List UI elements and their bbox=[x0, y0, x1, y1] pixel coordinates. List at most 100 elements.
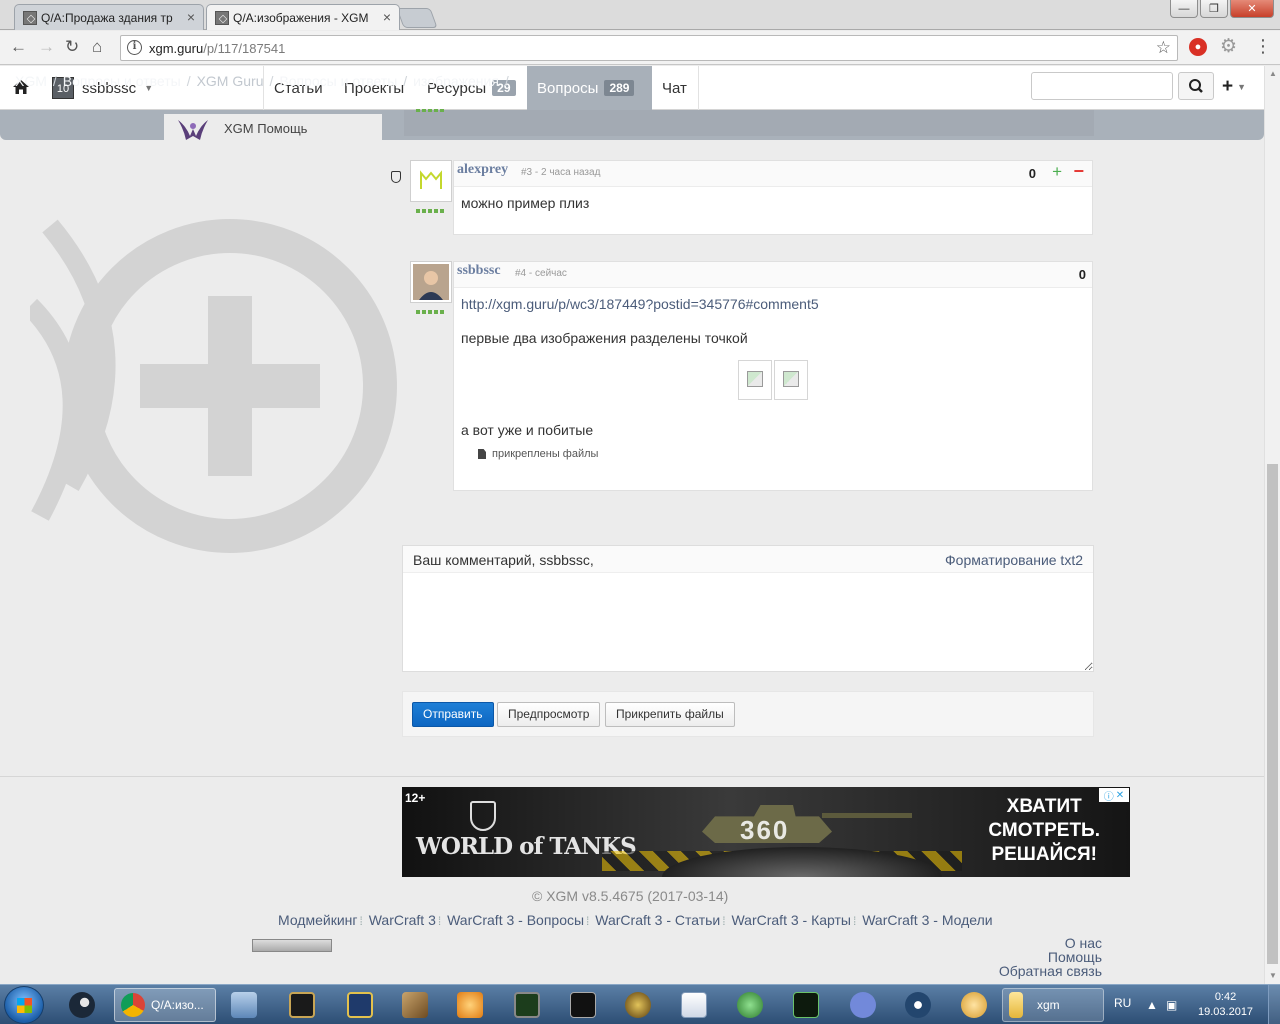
flash-plugin-bar[interactable] bbox=[252, 939, 332, 952]
xgm-favicon-icon bbox=[215, 11, 229, 25]
url-text: xgm.guru/p/117/187541 bbox=[149, 41, 286, 56]
network-icon[interactable]: ▣ bbox=[1166, 998, 1177, 1012]
game-icon[interactable] bbox=[786, 988, 826, 1022]
shield-icon bbox=[391, 171, 401, 183]
footer-link[interactable]: WarCraft 3 - Вопросы bbox=[447, 912, 584, 928]
upvote-icon[interactable]: + bbox=[1052, 162, 1062, 182]
avatar-alexprey[interactable] bbox=[410, 160, 452, 202]
breadcrumb-images[interactable]: изображения bbox=[413, 73, 499, 89]
browser-toolbar: ← → ↻ ⌂ i xgm.guru/p/117/187541 ☆ ● ⚙ ⋮ bbox=[0, 31, 1280, 65]
taskbar-chrome[interactable]: Q/A:изо... bbox=[114, 988, 216, 1022]
monitor-icon[interactable] bbox=[507, 988, 547, 1022]
comment-4: ssbbssc #4 - сейчас 0 http://xgm.guru/p/… bbox=[453, 261, 1093, 491]
ad-age-rating: 12+ bbox=[405, 791, 426, 805]
scroll-up-icon[interactable]: ▲ bbox=[1265, 66, 1280, 82]
chrome-icon bbox=[121, 993, 145, 1017]
show-desktop-button[interactable] bbox=[1268, 985, 1280, 1024]
footer-link[interactable]: WarCraft 3 bbox=[369, 912, 436, 928]
create-menu[interactable]: + ▼ bbox=[1222, 76, 1246, 98]
submit-button[interactable]: Отправить bbox=[412, 702, 494, 727]
broken-image-icon[interactable] bbox=[774, 360, 808, 400]
ad-banner[interactable]: 12+ WORLD of TANKS 360 ХВАТИТ СМОТРЕТЬ. … bbox=[402, 787, 1130, 877]
nav-chat[interactable]: Чат bbox=[652, 66, 697, 110]
breadcrumb-qa[interactable]: Вопросы и ответы bbox=[63, 73, 181, 89]
discord-icon[interactable] bbox=[843, 988, 883, 1022]
breadcrumb-qa-2[interactable]: Вопросы и ответы bbox=[279, 73, 397, 89]
footer-link[interactable]: WarCraft 3 - Модели bbox=[862, 912, 992, 928]
ad-info-icon[interactable]: ⓘ bbox=[1104, 788, 1114, 803]
warcraft-icon[interactable] bbox=[618, 988, 658, 1022]
comment-text: первые два изображения разделены точкой bbox=[461, 330, 748, 346]
browser-tab-1[interactable]: Q/A:Продажа здания тр × bbox=[14, 4, 204, 30]
start-button[interactable] bbox=[4, 986, 44, 1024]
comment-text: а вот уже и побитые bbox=[461, 422, 594, 438]
taskbar-folder-xgm[interactable]: xgm bbox=[1002, 988, 1104, 1022]
bookmark-star-icon[interactable]: ☆ bbox=[1156, 38, 1171, 58]
scroll-tool-icon[interactable] bbox=[395, 988, 435, 1022]
ad-choices[interactable]: ⓘ ✕ bbox=[1099, 788, 1129, 803]
attachments-link[interactable]: прикреплены файлы bbox=[461, 448, 1085, 460]
comment-link[interactable]: http://xgm.guru/p/wc3/187449?postid=3457… bbox=[461, 296, 819, 312]
character-icon[interactable] bbox=[954, 988, 994, 1022]
maximize-icon[interactable]: ❐ bbox=[1200, 0, 1228, 18]
formatting-link[interactable]: Форматирование txt2 bbox=[945, 552, 1083, 568]
help-link[interactable]: Помощь bbox=[999, 950, 1102, 964]
comment-author[interactable]: ssbbssc bbox=[457, 263, 501, 279]
back-arrow-icon[interactable]: ← bbox=[10, 37, 27, 57]
warcraft-editor-icon[interactable] bbox=[340, 988, 380, 1022]
text-editor-icon[interactable] bbox=[674, 988, 714, 1022]
address-bar[interactable]: i xgm.guru/p/117/187541 ☆ bbox=[120, 35, 1178, 61]
adblock-icon[interactable]: ● bbox=[1189, 38, 1207, 56]
page-scrollbar[interactable]: ▲ ▼ bbox=[1264, 66, 1280, 984]
tray-expand-icon[interactable]: ▲ bbox=[1146, 998, 1158, 1012]
about-link[interactable]: О нас bbox=[999, 936, 1102, 950]
comment-meta[interactable]: #4 - сейчас bbox=[515, 268, 567, 279]
footer-link[interactable]: Модмейкинг bbox=[278, 912, 357, 928]
calculator-icon[interactable] bbox=[224, 988, 264, 1022]
search-button[interactable] bbox=[1178, 72, 1214, 100]
comment-meta[interactable]: #3 - 2 часа назад bbox=[521, 167, 600, 178]
nav-questions[interactable]: Вопросы 289 bbox=[527, 66, 652, 110]
site-search-input[interactable] bbox=[1031, 72, 1173, 100]
close-tab-icon[interactable]: × bbox=[383, 9, 391, 25]
comment-textarea[interactable] bbox=[403, 574, 1093, 671]
preview-button[interactable]: Предпросмотр bbox=[497, 702, 601, 727]
footer-right-links: О нас Помощь Обратная связь bbox=[999, 936, 1102, 978]
globe-icon[interactable] bbox=[730, 988, 770, 1022]
ad-close-icon[interactable]: ✕ bbox=[1116, 790, 1124, 801]
browser-tab-2[interactable]: Q/A:изображения - XGM × bbox=[206, 4, 400, 30]
xgm-help-panel[interactable]: XGM Помощь bbox=[164, 114, 382, 154]
site-info-icon[interactable]: i bbox=[127, 40, 142, 55]
close-tab-icon[interactable]: × bbox=[187, 9, 195, 25]
footer-link[interactable]: WarCraft 3 - Статьи bbox=[595, 912, 720, 928]
plus-icon: + bbox=[1222, 76, 1234, 97]
extension-gear-icon[interactable]: ⚙ bbox=[1220, 35, 1237, 58]
forward-arrow-icon[interactable]: → bbox=[38, 37, 55, 57]
footer-link[interactable]: WarCraft 3 - Карты bbox=[731, 912, 851, 928]
scrollbar-thumb[interactable] bbox=[1267, 464, 1278, 964]
broken-image-icon[interactable] bbox=[738, 360, 772, 400]
steam-icon[interactable] bbox=[62, 988, 102, 1022]
language-indicator[interactable]: RU bbox=[1114, 996, 1131, 1010]
clock[interactable]: 0:42 19.03.2017 bbox=[1198, 990, 1253, 1020]
new-tab-button[interactable] bbox=[396, 8, 438, 28]
xgm-help-logo-icon bbox=[178, 120, 208, 140]
league-icon[interactable] bbox=[282, 988, 322, 1022]
breadcrumb-xgm[interactable]: XGM bbox=[15, 73, 47, 89]
browser-menu-icon[interactable]: ⋮ bbox=[1254, 36, 1272, 57]
close-window-icon[interactable]: ✕ bbox=[1230, 0, 1274, 18]
caret-down-icon: ▼ bbox=[1237, 81, 1247, 92]
engine-icon[interactable] bbox=[898, 988, 938, 1022]
orange-tool-icon[interactable] bbox=[450, 988, 490, 1022]
breadcrumb-xgm-guru[interactable]: XGM Guru bbox=[197, 73, 264, 89]
home-icon[interactable]: ⌂ bbox=[92, 37, 102, 57]
cmd-icon[interactable] bbox=[563, 988, 603, 1022]
scroll-down-icon[interactable]: ▼ bbox=[1265, 968, 1280, 984]
downvote-icon[interactable]: − bbox=[1073, 161, 1084, 182]
reload-icon[interactable]: ↻ bbox=[65, 37, 79, 57]
attach-files-button[interactable]: Прикрепить файлы bbox=[605, 702, 735, 727]
minimize-icon[interactable]: — bbox=[1170, 0, 1198, 18]
avatar-ssbbssc[interactable] bbox=[410, 261, 452, 303]
comment-author[interactable]: alexprey bbox=[457, 162, 508, 178]
feedback-link[interactable]: Обратная связь bbox=[999, 964, 1102, 978]
